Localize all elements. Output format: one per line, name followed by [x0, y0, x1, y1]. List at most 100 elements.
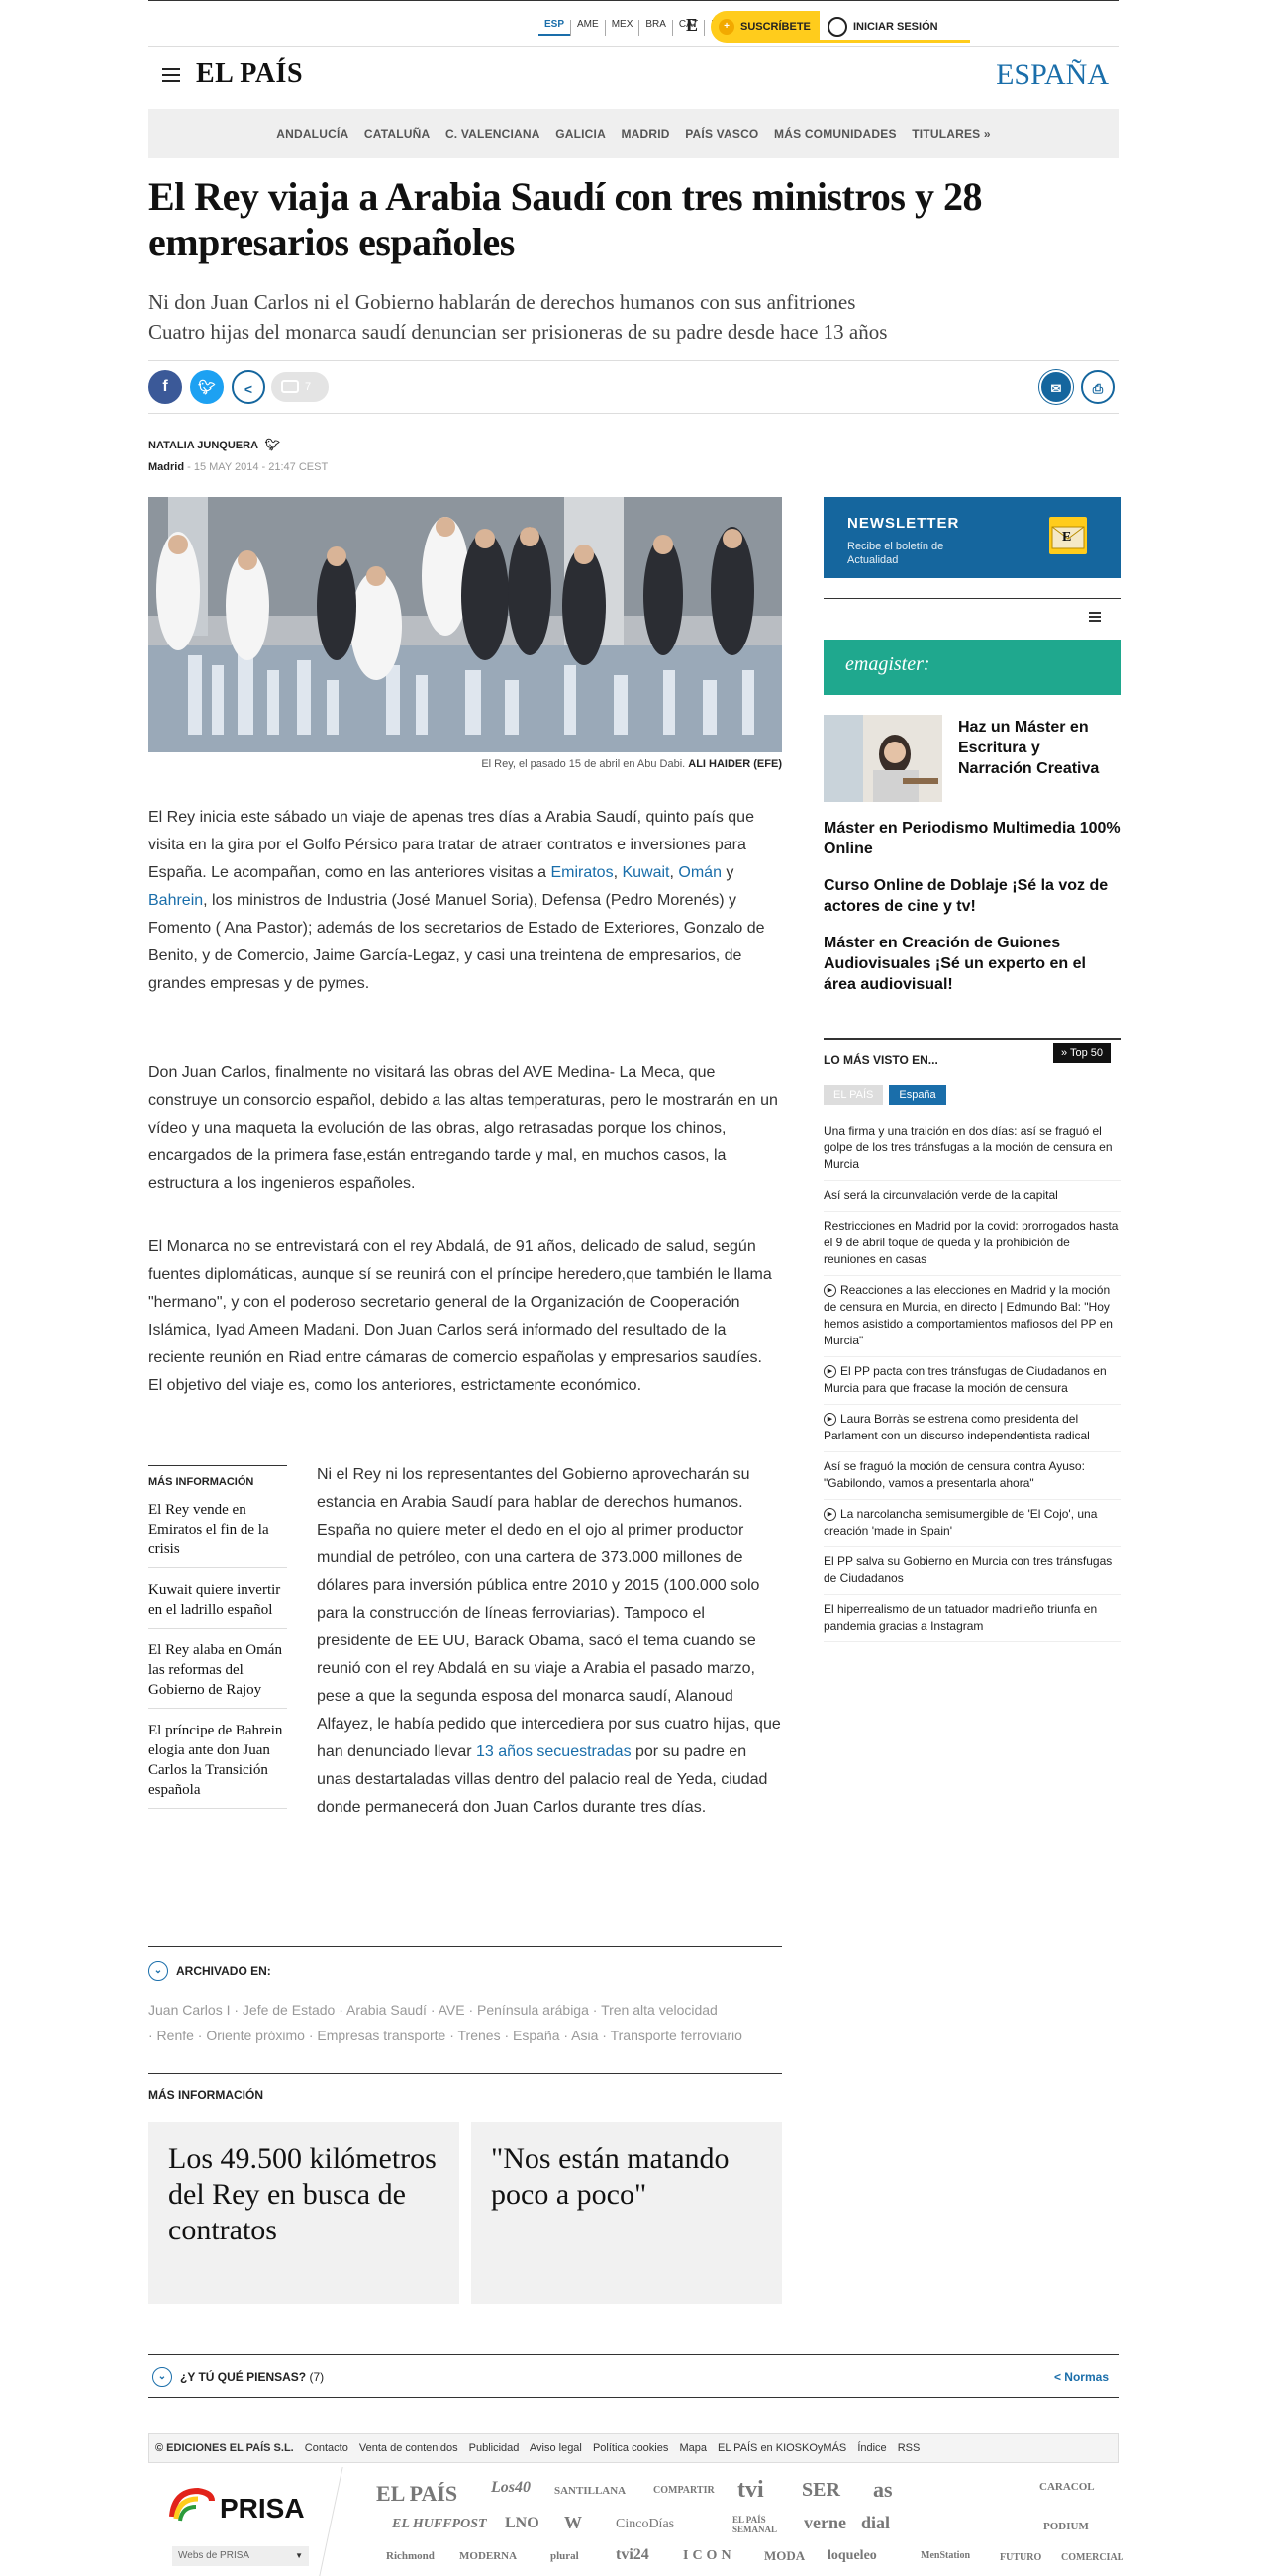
most-viewed-item[interactable]: El PP salva su Gobierno en Murcia con tr…: [824, 1547, 1121, 1595]
brand-logo[interactable]: LNO: [505, 2515, 539, 2532]
brand-logo[interactable]: Richmond: [386, 2550, 435, 2562]
brand-logo[interactable]: EL HUFFPOST: [392, 2517, 487, 2532]
footer-link[interactable]: Publicidad: [469, 2442, 520, 2454]
most-viewed-item[interactable]: ▶ El PP pacta con tres tránsfugas de Ciud…: [824, 1357, 1121, 1405]
brand-logo[interactable]: MODERNA: [459, 2550, 517, 2562]
link-emiratos[interactable]: Emiratos: [550, 864, 613, 881]
footer-link[interactable]: Política cookies: [593, 2442, 668, 2454]
related-item[interactable]: El príncipe de Bahrein elogia ante don J…: [148, 1721, 287, 1809]
region-link[interactable]: MÁS COMUNIDADES: [774, 127, 897, 141]
brand-logo[interactable]: as: [873, 2477, 893, 2503]
most-viewed-item[interactable]: Así se fraguó la moción de censura contr…: [824, 1452, 1121, 1500]
most-viewed-item[interactable]: El hiperrealismo de un tatuador madrileñ…: [824, 1595, 1121, 1642]
region-link[interactable]: CATALUÑA: [364, 127, 430, 141]
twitter-icon[interactable]: 🐦︎: [265, 438, 280, 451]
footer-link[interactable]: Mapa: [679, 2442, 707, 2454]
brand-logo[interactable]: COMPARTIR: [653, 2485, 715, 2496]
top50-button[interactable]: » Top 50: [1052, 1043, 1111, 1063]
most-viewed-item[interactable]: Restricciones en Madrid por la covid: pr…: [824, 1212, 1121, 1276]
footer-link[interactable]: Aviso legal: [530, 2442, 582, 2454]
related-item[interactable]: El Rey vende en Emiratos el fin de la cr…: [148, 1500, 287, 1568]
ad-link[interactable]: Haz un Máster en Escritura y Narración C…: [958, 717, 1117, 779]
twitter-icon[interactable]: 🐦︎: [190, 370, 224, 404]
brand-logo[interactable]: verne: [804, 2513, 846, 2533]
link-kuwait[interactable]: Kuwait: [622, 864, 669, 881]
region-link[interactable]: GALICIA: [555, 127, 606, 141]
subscribe-button[interactable]: + SUSCRÍBETE: [711, 11, 820, 43]
brand-logo[interactable]: tvi: [737, 2477, 764, 2504]
footer-link[interactable]: Contacto: [305, 2442, 348, 2454]
brand-logo[interactable]: SANTILLANA: [554, 2485, 626, 2497]
epaper-icon[interactable]: E: [686, 15, 698, 36]
region-link[interactable]: PAÍS VASCO: [685, 127, 758, 141]
link-secuestradas[interactable]: 13 años secuestradas: [476, 1743, 632, 1760]
edition-esp[interactable]: ESP: [538, 20, 571, 36]
brand-logo[interactable]: EL PAÍS: [376, 2481, 457, 2507]
brand-logo[interactable]: loqueleo: [828, 2548, 877, 2564]
ad-link[interactable]: Máster en Creación de Guiones Audiovisua…: [824, 933, 1121, 995]
most-viewed-item[interactable]: ▶ Reacciones a las elecciones en Madrid y…: [824, 1276, 1121, 1357]
footer-link[interactable]: EL PAÍS en KIOSKOyMÁS: [718, 2442, 846, 2454]
facebook-icon[interactable]: f: [148, 370, 182, 404]
brand-logo[interactable]: EL PAÍS SEMANAL: [732, 2515, 792, 2534]
footer-link[interactable]: Índice: [857, 2442, 886, 2454]
more-info-card[interactable]: Los 49.500 kilómetros del Rey en busca d…: [148, 2122, 459, 2304]
ad-link[interactable]: Máster en Periodismo Multimedia 100% Onl…: [824, 818, 1121, 859]
brand-logo[interactable]: SER: [802, 2479, 840, 2502]
edition-mex[interactable]: MEX: [604, 20, 639, 36]
brand-logo[interactable]: CincoDías: [616, 2517, 674, 2532]
comments-label[interactable]: ¿Y TÚ QUÉ PIENSAS? (7): [180, 2370, 324, 2384]
brand-logo[interactable]: COMERCIAL: [1061, 2552, 1123, 2563]
email-icon[interactable]: ✉: [1039, 370, 1073, 404]
brand-logo[interactable]: MODA: [764, 2548, 805, 2564]
newsletter-box[interactable]: NEWSLETTER Recibe el boletín de Actualid…: [824, 497, 1121, 578]
edition-bra[interactable]: BRA: [638, 20, 672, 36]
tab-espana[interactable]: España: [889, 1085, 946, 1105]
menu-icon[interactable]: [162, 68, 180, 82]
brand-logo[interactable]: FUTURO: [1000, 2552, 1041, 2563]
emagister-banner[interactable]: emagister:: [824, 640, 1121, 695]
brand-logo[interactable]: CARACOL: [1039, 2481, 1095, 2493]
brand-logo[interactable]: Los40: [491, 2479, 531, 2497]
author-name[interactable]: NATALIA JUNQUERA: [148, 440, 258, 451]
most-viewed-item[interactable]: ▶ Laura Borràs se estrena como presidenta…: [824, 1405, 1121, 1452]
more-info-card[interactable]: "Nos están matando poco a poco": [471, 2122, 782, 2304]
related-item[interactable]: El Rey alaba en Omán las reformas del Go…: [148, 1640, 287, 1709]
region-link[interactable]: C. VALENCIANA: [445, 127, 540, 141]
section-title[interactable]: ESPAÑA: [996, 58, 1109, 92]
most-viewed-item[interactable]: Así será la circunvalación verde de la c…: [824, 1181, 1121, 1212]
ad-link[interactable]: Curso Online de Doblaje ¡Sé la voz de ac…: [824, 875, 1121, 917]
most-viewed-item[interactable]: Una firma y una traición en dos días: as…: [824, 1117, 1121, 1181]
brand-logo[interactable]: dial: [861, 2513, 890, 2533]
share-icon[interactable]: <: [232, 370, 265, 404]
brand-logo[interactable]: W: [564, 2513, 582, 2533]
site-logo[interactable]: EL PAÍS: [196, 58, 303, 90]
rules-link[interactable]: < Normas: [1054, 2370, 1109, 2384]
most-viewed-item[interactable]: ▶ La narcolancha semisumergible de 'El Co…: [824, 1500, 1121, 1547]
footer-link[interactable]: RSS: [898, 2442, 921, 2454]
region-link[interactable]: ANDALUCÍA: [276, 127, 348, 141]
brand-logo[interactable]: PODIUM: [1043, 2521, 1089, 2532]
region-link[interactable]: TITULARES »: [912, 127, 991, 141]
brand-logo[interactable]: tvi24: [616, 2546, 649, 2564]
edition-ame[interactable]: AME: [570, 20, 605, 36]
chevron-down-icon[interactable]: ⌄: [148, 1961, 168, 1981]
link-oman[interactable]: Omán: [678, 864, 722, 881]
brand-logo[interactable]: MenStation: [921, 2550, 970, 2561]
print-icon[interactable]: ⎙: [1081, 370, 1115, 404]
brand-logo[interactable]: ICON: [683, 2548, 735, 2564]
footer-link[interactable]: Venta de contenidos: [359, 2442, 458, 2454]
tab-el-pais[interactable]: EL PAÍS: [824, 1085, 884, 1105]
prisa-logo[interactable]: PRISA: [220, 2493, 305, 2525]
comments-button[interactable]: 7: [271, 372, 329, 402]
brand-logo[interactable]: plural: [550, 2550, 579, 2562]
link-bahrein[interactable]: Bahrein: [148, 892, 203, 909]
ad-thumbnail[interactable]: [824, 715, 942, 802]
menu-icon[interactable]: [1089, 612, 1101, 622]
tags-line[interactable]: · Renfe · Oriente próximo · Empresas tra…: [148, 2023, 782, 2048]
region-link[interactable]: MADRID: [621, 127, 669, 141]
tags-line[interactable]: Juan Carlos I · Jefe de Estado · Arabia …: [148, 1997, 782, 2023]
related-item[interactable]: Kuwait quiere invertir en el ladrillo es…: [148, 1580, 287, 1629]
chevron-down-icon[interactable]: ⌄: [152, 2367, 172, 2387]
prisa-sites-select[interactable]: Webs de PRISA ▼: [172, 2546, 309, 2566]
